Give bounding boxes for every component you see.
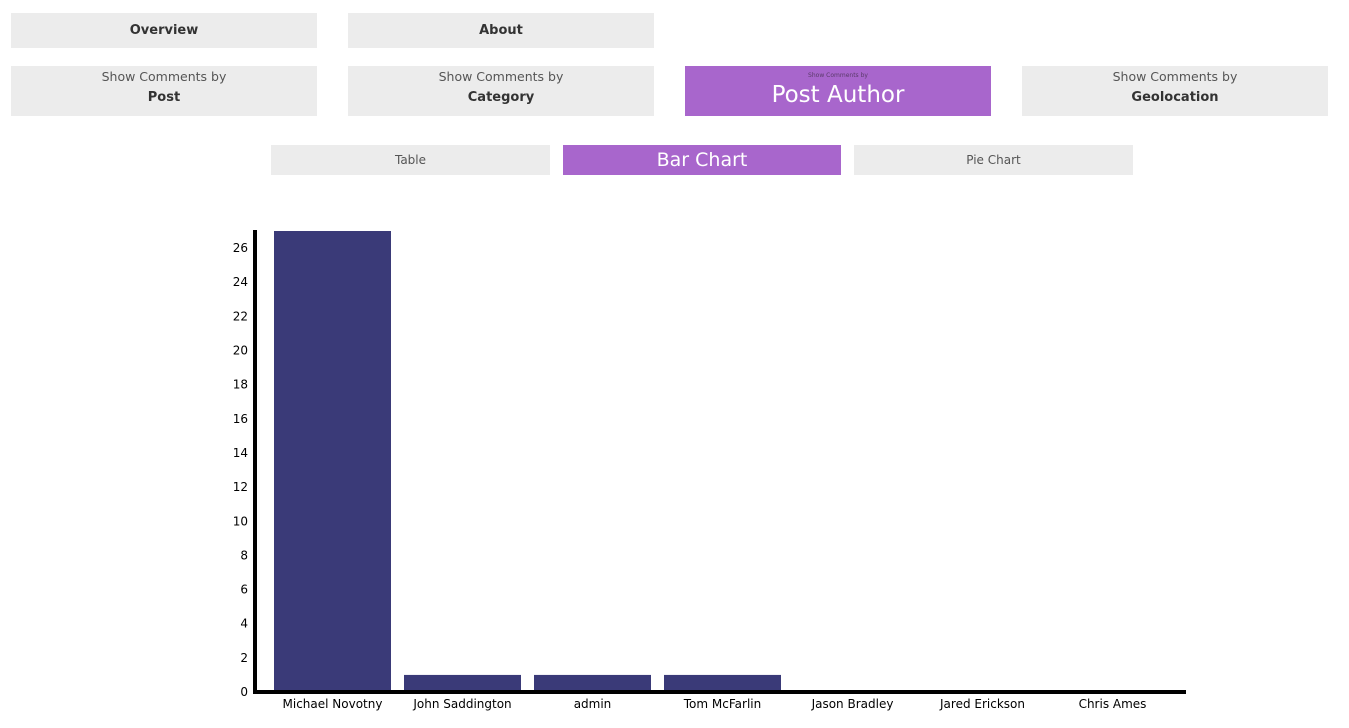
y-tick-label: 12: [233, 480, 248, 494]
y-tick-label: 18: [233, 378, 248, 392]
y-tick-label: 26: [233, 241, 248, 255]
y-tick-label: 2: [240, 651, 248, 665]
chart-bar: [664, 674, 781, 692]
y-tick-label: 10: [233, 514, 248, 528]
y-tick-label: 22: [233, 309, 248, 323]
x-tick-label: Jared Erickson: [939, 697, 1025, 711]
chart-bar: [274, 231, 391, 692]
x-tick-label: John Saddington: [412, 697, 511, 711]
x-tick-label: admin: [574, 697, 612, 711]
x-tick-label: Michael Novotny: [283, 697, 383, 711]
chart-bar: [534, 674, 651, 692]
x-tick-label: Tom McFarlin: [683, 697, 761, 711]
chart-bar: [404, 674, 521, 692]
y-tick-label: 6: [240, 583, 248, 597]
x-tick-label: Jason Bradley: [811, 697, 894, 711]
y-tick-label: 16: [233, 412, 248, 426]
comments-bar-chart: Michael Novotny John Saddington admin Tom M…: [233, 230, 1186, 711]
y-tick-label: 4: [240, 617, 248, 631]
y-tick-label: 24: [233, 275, 248, 289]
y-tick-label: 20: [233, 344, 248, 358]
y-tick-label: 0: [240, 685, 248, 699]
y-tick-label: 14: [233, 446, 248, 460]
y-tick-label: 8: [240, 548, 248, 562]
x-tick-label: Chris Ames: [1079, 697, 1147, 711]
